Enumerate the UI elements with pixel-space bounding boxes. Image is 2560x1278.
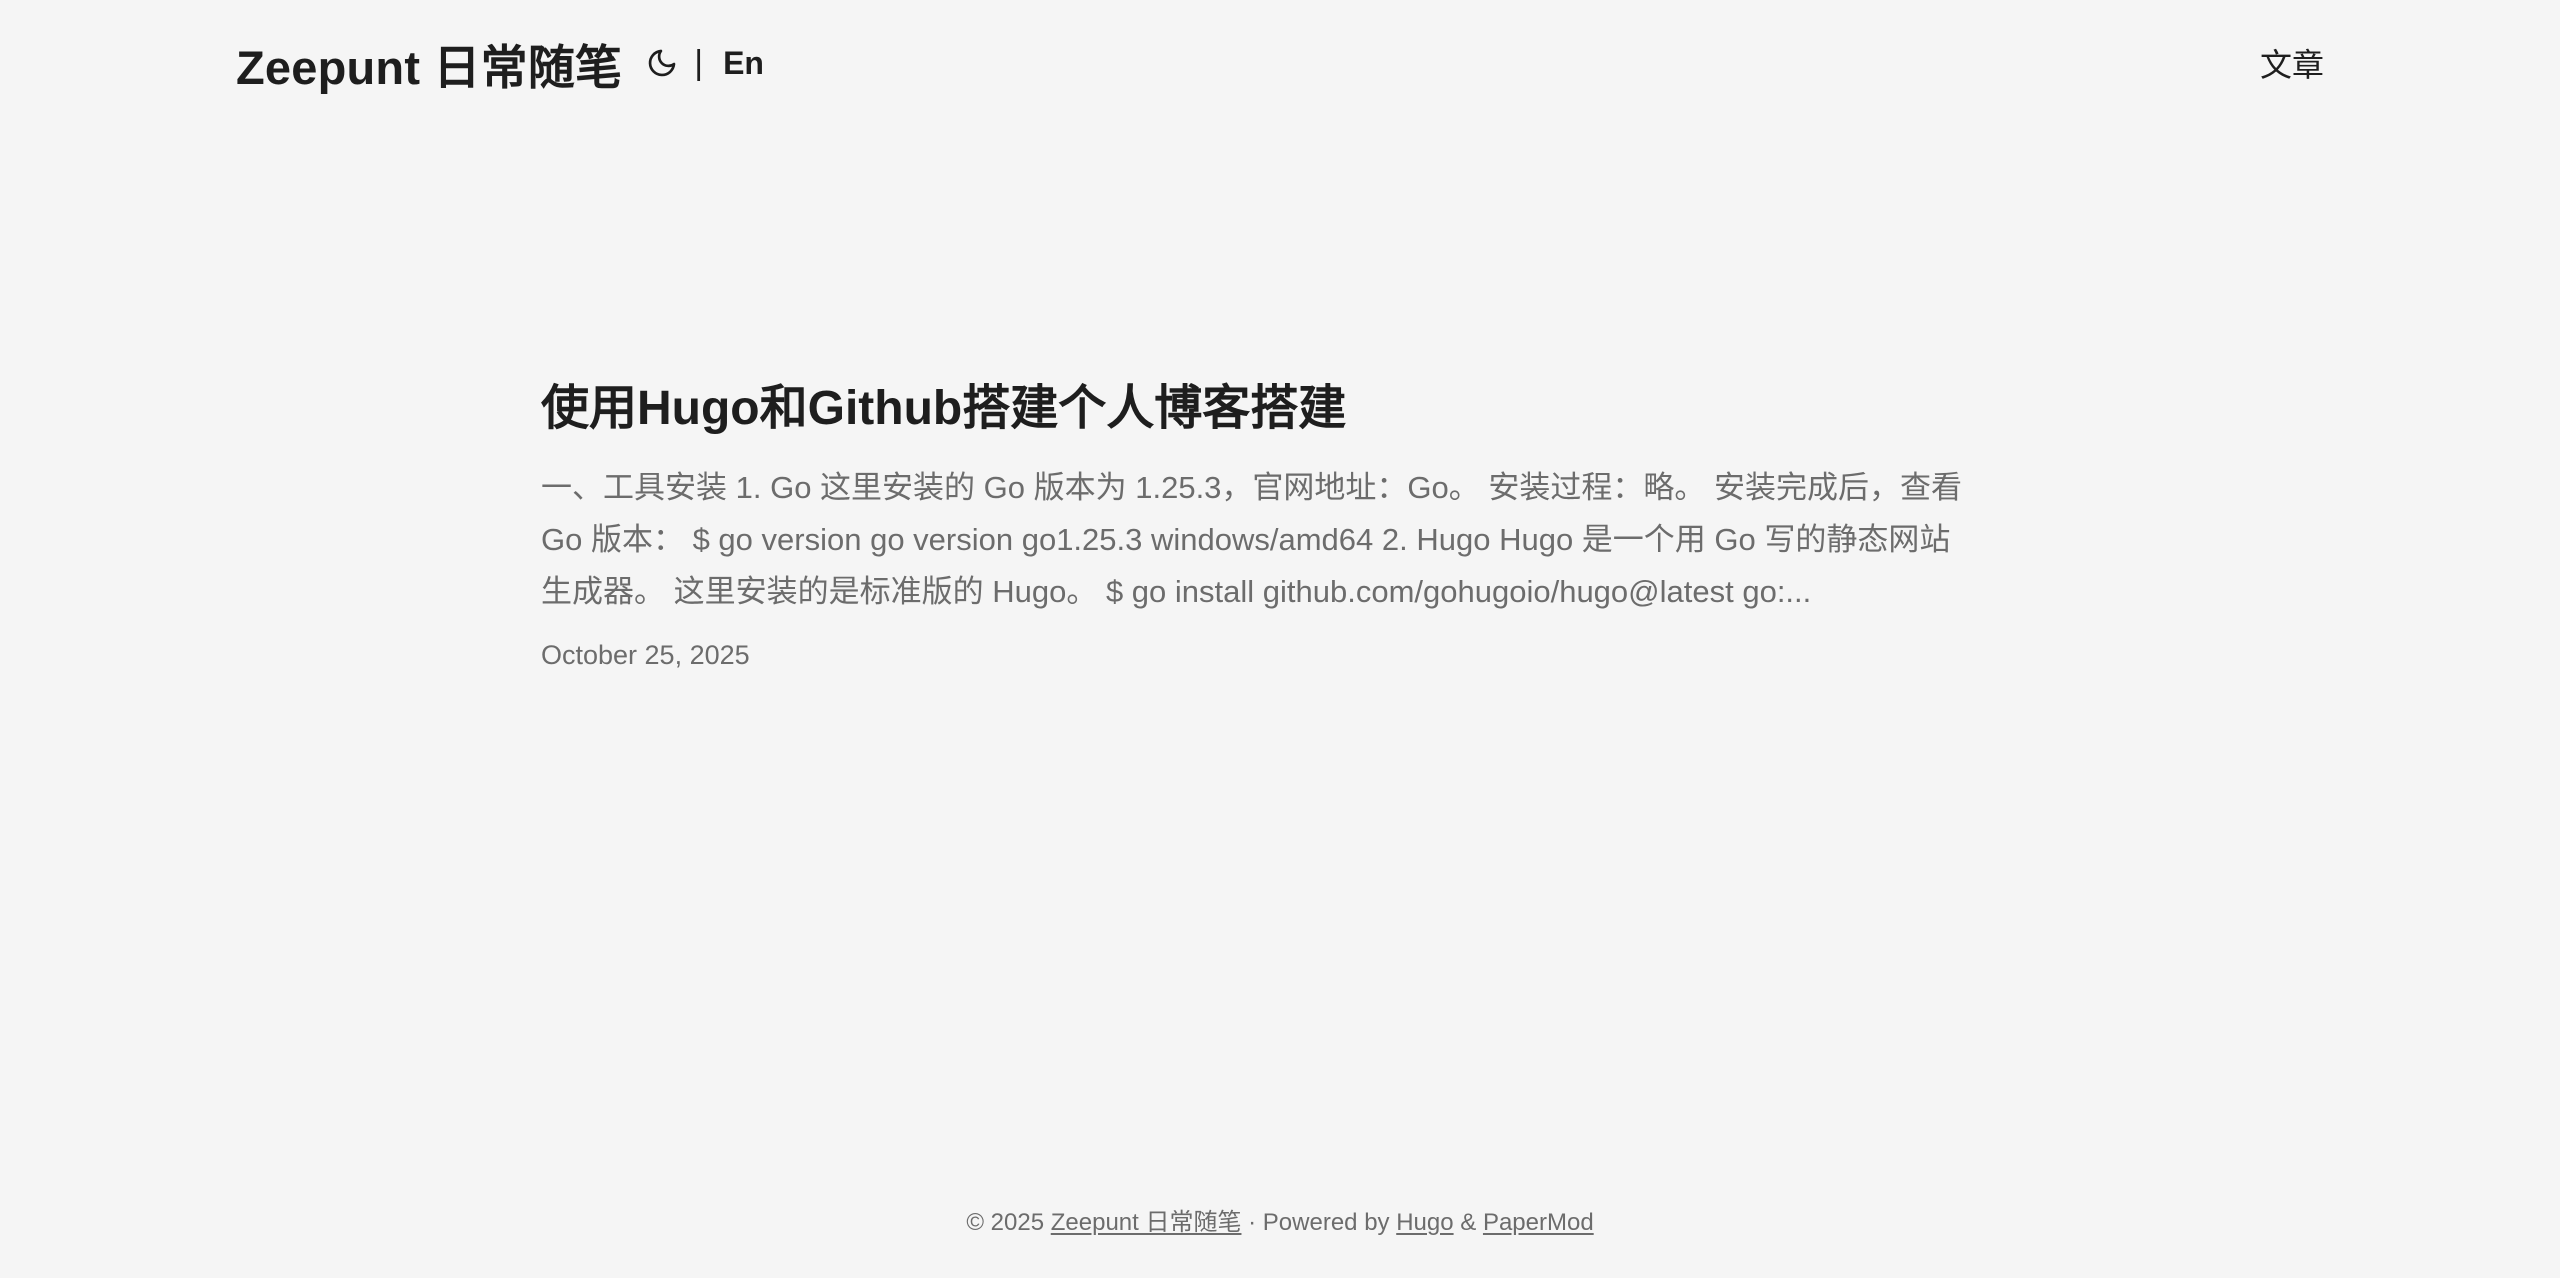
- footer-copyright: © 2025: [966, 1209, 1045, 1236]
- footer-hugo-link[interactable]: Hugo: [1396, 1209, 1453, 1236]
- post-summary: 一、工具安装 1. Go 这里安装的 Go 版本为 1.25.3，官网地址：Go…: [541, 470, 1963, 610]
- nav-item-articles[interactable]: 文章: [2260, 40, 2324, 86]
- site-header: Zeepunt 日常随笔 | En 文章: [236, 28, 2324, 98]
- language-switch-en[interactable]: En: [723, 45, 764, 82]
- footer-powered-by: · Powered by: [1248, 1209, 1390, 1236]
- footer-site-link[interactable]: Zeepunt 日常随笔: [1051, 1209, 1242, 1236]
- footer-papermod-link[interactable]: PaperMod: [1483, 1209, 1594, 1236]
- site-logo[interactable]: Zeepunt 日常随笔: [236, 29, 622, 98]
- header-left: Zeepunt 日常随笔 | En: [236, 29, 764, 98]
- post-title[interactable]: 使用Hugo和Github搭建个人博客搭建: [541, 378, 1981, 440]
- language-separator: |: [694, 44, 704, 82]
- post-entry[interactable]: 使用Hugo和Github搭建个人博客搭建 一、工具安装 1. Go 这里安装的…: [541, 378, 1981, 671]
- page: Zeepunt 日常随笔 | En 文章 使用Hugo和Github搭建个人博客…: [0, 0, 2560, 1278]
- post-date: October 25, 2025: [541, 640, 750, 671]
- nav-menu: 文章: [2260, 40, 2324, 86]
- moon-icon[interactable]: [644, 45, 680, 81]
- footer-ampersand: &: [1460, 1209, 1477, 1236]
- site-footer: © 2025 Zeepunt 日常随笔 · Powered by Hugo & …: [0, 1202, 2560, 1237]
